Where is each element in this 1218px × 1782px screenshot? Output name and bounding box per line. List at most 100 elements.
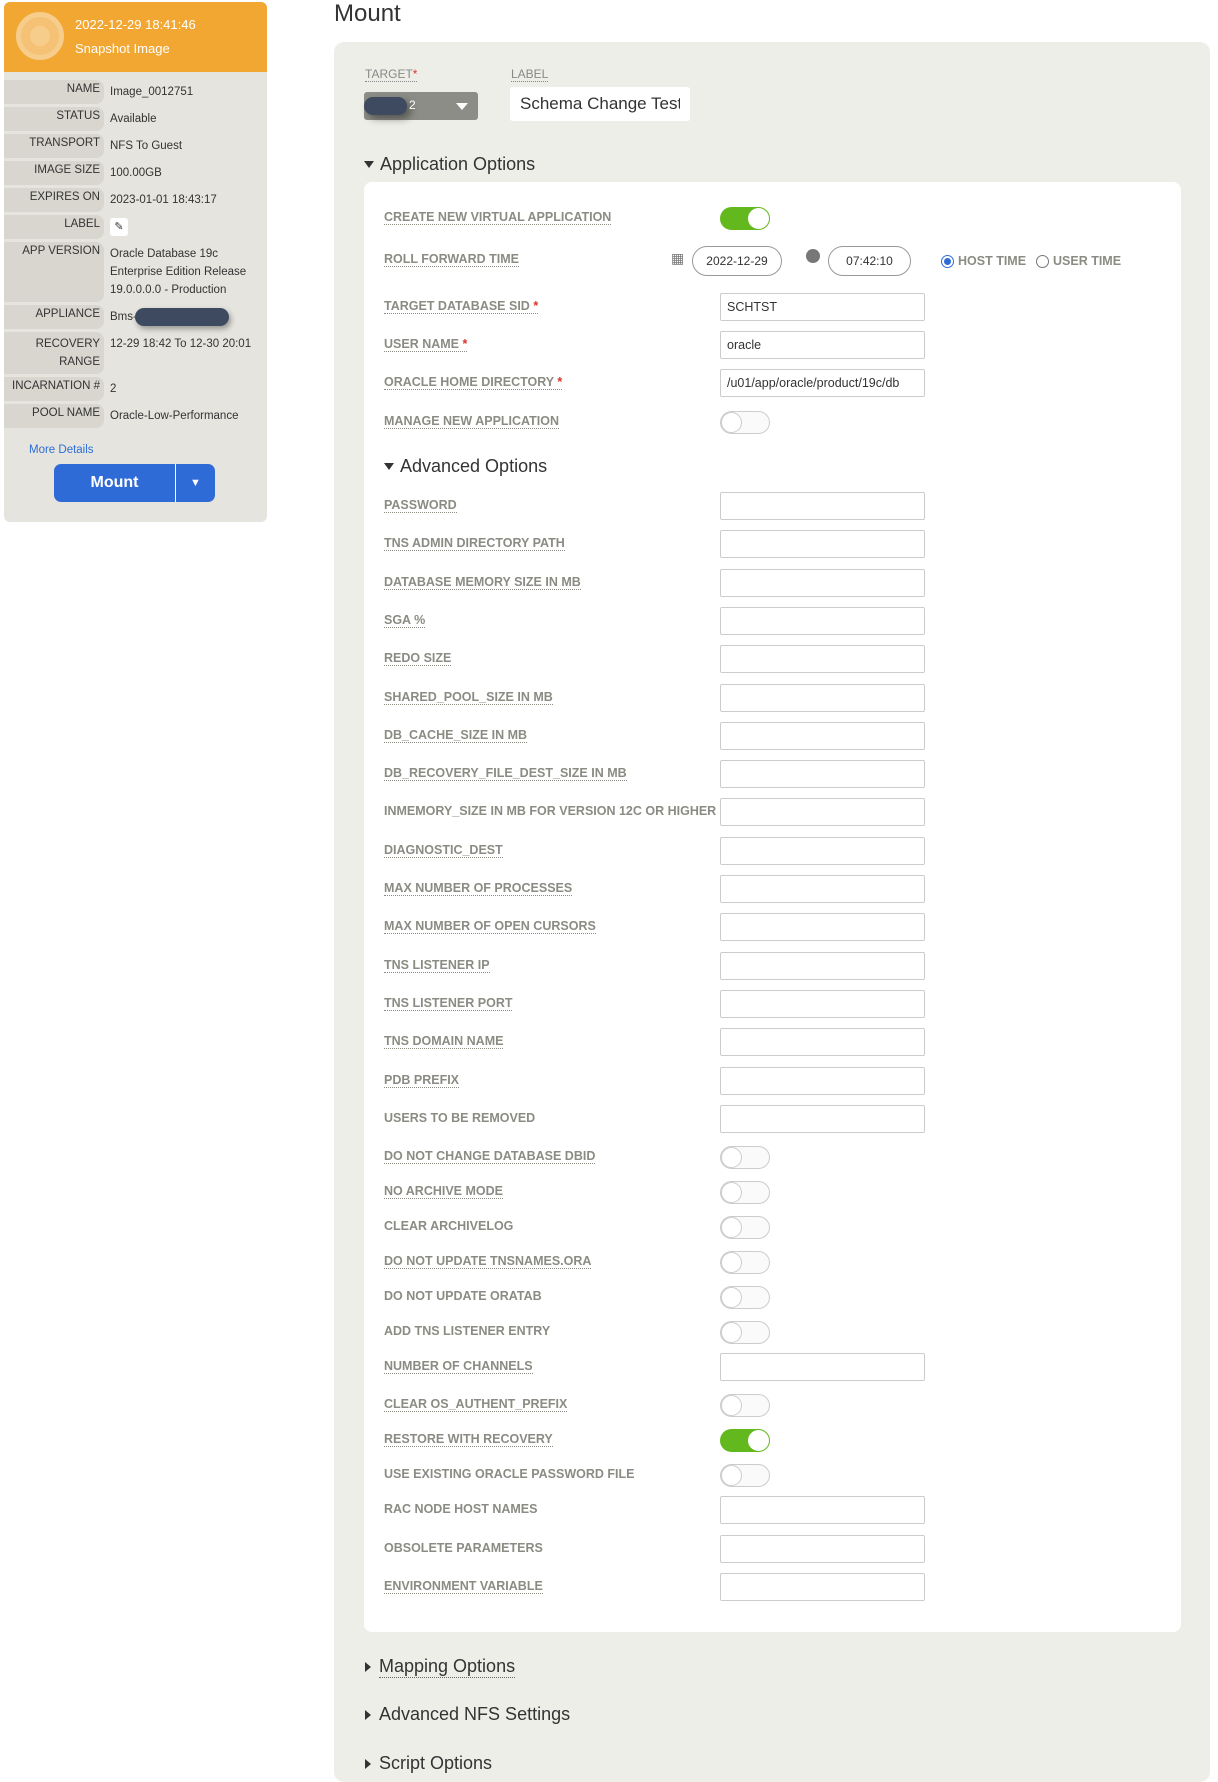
pdb-prefix-input[interactable] (720, 1066, 925, 1095)
host-time-radio[interactable] (941, 255, 954, 268)
obsolete-parameters-input[interactable] (720, 1534, 925, 1563)
rac-node-host-names-input[interactable] (720, 1496, 925, 1525)
mount-button[interactable]: Mount (54, 464, 175, 502)
tns-admin-directory-path-input[interactable] (720, 530, 925, 559)
tns-listener-ip-input[interactable] (720, 951, 925, 980)
restore-with-recovery-label: RESTORE WITH RECOVERY (384, 1432, 553, 1448)
target-label-text: TARGET (365, 67, 413, 81)
redo-size-row: REDO SIZE (384, 645, 1164, 675)
add-tns-listener-entry-toggle[interactable] (720, 1321, 770, 1345)
detail-row: APP VERSION Oracle Database 19c Enterpris… (4, 242, 267, 302)
do-not-change-database-dbid-label: DO NOT CHANGE DATABASE DBID (384, 1149, 596, 1165)
number-of-channels-input[interactable] (720, 1353, 925, 1382)
manage-new-app-toggle[interactable] (720, 411, 770, 434)
script-options-toggle[interactable]: Script Options (365, 1753, 492, 1774)
detail-value: 2 (110, 383, 117, 396)
roll-forward-time-label: ROLL FORWARD TIME (384, 252, 519, 267)
oracle-home-label: ORACLE HOME DIRECTORY * (384, 375, 563, 390)
target-sid-row: TARGET DATABASE SID * (384, 293, 1164, 323)
pdb-prefix-label: PDB PREFIX (384, 1072, 460, 1088)
clear-archivelog-toggle[interactable] (720, 1216, 770, 1240)
password-row: PASSWORD (384, 492, 1164, 522)
edit-pencil-icon[interactable]: ✎ (110, 218, 128, 236)
calendar-icon[interactable]: ▦ (671, 250, 684, 267)
tns-admin-directory-path-row: TNS ADMIN DIRECTORY PATH (384, 530, 1164, 560)
max-number-of-open-cursors-label: MAX NUMBER OF OPEN CURSORS (384, 919, 596, 935)
triangle-right-icon (365, 1662, 371, 1672)
do-not-update-oratab-label: DO NOT UPDATE ORATAB (384, 1289, 542, 1304)
use-existing-oracle-password-file-label: USE EXISTING ORACLE PASSWORD FILE (384, 1467, 635, 1482)
sga-input[interactable] (720, 606, 925, 635)
max-number-of-open-cursors-row: MAX NUMBER OF OPEN CURSORS (384, 913, 1164, 943)
tns-listener-port-row: TNS LISTENER PORT (384, 989, 1164, 1020)
user-time-radio[interactable] (1036, 255, 1049, 268)
oracle-home-label-text: ORACLE HOME DIRECTORY (384, 375, 554, 389)
use-existing-oracle-password-file-toggle[interactable] (720, 1464, 770, 1488)
add-tns-listener-entry-row: ADD TNS LISTENER ENTRY (384, 1318, 1164, 1348)
no-archive-mode-row: NO ARCHIVE MODE (384, 1178, 1164, 1208)
db-cache-size-in-mb-input[interactable] (720, 721, 925, 750)
do-not-change-database-dbid-toggle[interactable] (720, 1146, 770, 1170)
database-memory-size-in-mb-input[interactable] (720, 568, 925, 597)
inmemory-size-in-mb-for-version-12c-or-higher-input[interactable] (720, 798, 925, 827)
environment-variable-input[interactable] (720, 1573, 925, 1601)
no-archive-mode-toggle[interactable] (720, 1181, 770, 1205)
use-existing-oracle-password-file-row: USE EXISTING ORACLE PASSWORD FILE (384, 1461, 1164, 1491)
user-name-input[interactable] (720, 331, 925, 359)
advanced-options-title: Advanced Options (400, 456, 548, 476)
clock-icon[interactable] (806, 249, 820, 263)
password-input[interactable] (720, 492, 925, 520)
redo-size-label: REDO SIZE (384, 651, 452, 667)
max-number-of-processes-input[interactable] (720, 875, 925, 903)
database-memory-size-in-mb-label: DATABASE MEMORY SIZE IN MB (384, 574, 581, 590)
detail-row: TRANSPORT NFS To Guest (4, 134, 267, 158)
redo-size-input[interactable] (720, 645, 925, 674)
tns-listener-port-input[interactable] (720, 989, 925, 1018)
advanced-options-toggle[interactable]: Advanced Options (384, 456, 547, 477)
detail-value: 2023-01-01 18:43:17 (110, 194, 217, 206)
detail-row: LABEL ✎ (4, 215, 267, 239)
detail-value: Oracle-Low-Performance (110, 410, 239, 423)
application-options-toggle[interactable]: Application Options (364, 154, 535, 175)
db-recovery-file-dest-size-in-mb-input[interactable] (720, 760, 925, 789)
shared-pool-size-in-mb-input[interactable] (720, 683, 925, 712)
mount-dropdown-button[interactable]: ▼ (175, 464, 215, 502)
diagnostic-dest-input[interactable] (720, 836, 925, 865)
tns-listener-ip-row: TNS LISTENER IP (384, 951, 1164, 982)
target-select[interactable]: 2 (364, 92, 478, 120)
advanced-nfs-settings-toggle[interactable]: Advanced NFS Settings (365, 1704, 570, 1725)
detail-value: Oracle Database 19c Enterprise Edition R… (110, 248, 247, 296)
detail-key: STATUS (4, 107, 104, 131)
more-details-link[interactable]: More Details (29, 444, 267, 456)
users-to-be-removed-input[interactable] (720, 1104, 925, 1133)
shared-pool-size-in-mb-row: SHARED_POOL_SIZE IN MB (384, 683, 1164, 714)
clear-os-authent-prefix-toggle[interactable] (720, 1394, 770, 1418)
detail-value: ✎ (104, 215, 267, 239)
target-sid-label-text: TARGET DATABASE SID (384, 299, 530, 313)
inmemory-size-in-mb-for-version-12c-or-higher-row: INMEMORY_SIZE IN MB FOR VERSION 12C OR H… (384, 798, 1164, 828)
detail-key: APPLIANCE (4, 305, 104, 330)
max-number-of-open-cursors-input[interactable] (720, 913, 925, 942)
tns-domain-name-input[interactable] (720, 1028, 925, 1057)
roll-forward-time-input[interactable]: 07:42:10 (828, 246, 911, 276)
target-sid-input[interactable] (720, 293, 925, 321)
manage-new-app-row: MANAGE NEW APPLICATION (384, 408, 1164, 438)
restore-with-recovery-toggle[interactable] (720, 1429, 770, 1453)
mapping-options-toggle[interactable]: Mapping Options (365, 1656, 516, 1678)
tns-domain-name-label: TNS DOMAIN NAME (384, 1034, 504, 1050)
do-not-update-tnsnames-ora-toggle[interactable] (720, 1251, 770, 1275)
required-marker: * (557, 375, 563, 389)
chevron-down-icon (456, 103, 468, 110)
detail-key: IMAGE SIZE (4, 161, 104, 185)
tns-admin-directory-path-label: TNS ADMIN DIRECTORY PATH (384, 536, 565, 552)
do-not-update-oratab-toggle[interactable] (720, 1286, 770, 1310)
application-options-card: CREATE NEW VIRTUAL APPLICATION ROLL FORW… (364, 182, 1181, 1632)
label-input[interactable] (510, 87, 690, 121)
clear-os-authent-prefix-row: CLEAR OS_AUTHENT_PREFIX (384, 1391, 1164, 1421)
create-new-virtual-app-toggle[interactable] (720, 207, 770, 230)
required-marker: * (533, 299, 539, 313)
roll-forward-date-input[interactable]: 2022-12-29 (692, 246, 782, 276)
pdb-prefix-row: PDB PREFIX (384, 1066, 1164, 1097)
oracle-home-input[interactable] (720, 369, 925, 397)
detail-key: APP VERSION (4, 242, 104, 302)
